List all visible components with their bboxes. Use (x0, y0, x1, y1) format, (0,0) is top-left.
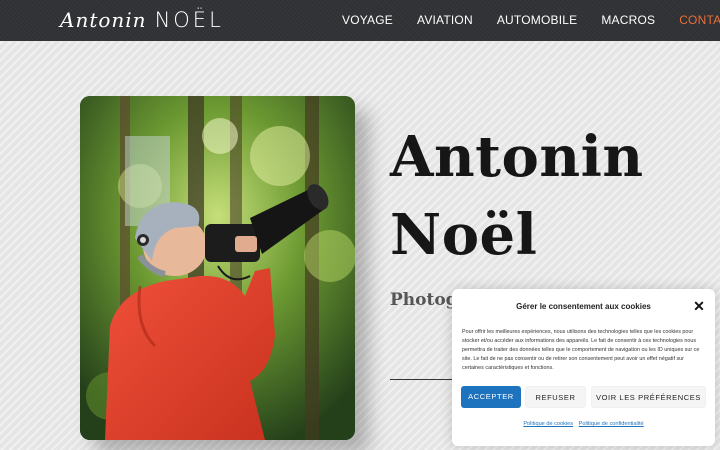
cookie-policy-link[interactable]: Politique de cookies (523, 421, 573, 427)
nav-item-contact[interactable]: CONTACT (667, 0, 720, 41)
site-logo[interactable]: Antonin NOËL (60, 5, 224, 35)
refuse-button[interactable]: REFUSER (525, 386, 586, 408)
main-nav: VOYAGE AVIATION AUTOMOBILE MACROS CONTAC… (330, 0, 720, 41)
view-preferences-button[interactable]: VOIR LES PRÉFÉRENCES (591, 386, 706, 408)
logo-last-name: NOËL (154, 8, 224, 32)
close-icon[interactable]: ✕ (693, 299, 705, 313)
hero-title: Antonin Noël (390, 118, 710, 274)
accept-button[interactable]: ACCEPTER (461, 386, 521, 408)
nav-item-voyage[interactable]: VOYAGE (330, 0, 405, 41)
photographer-image (80, 96, 355, 440)
cookie-dialog-links: Politique de cookies Politique de confid… (452, 421, 715, 427)
hero-title-line1: Antonin (390, 124, 644, 190)
hero-title-line2: Noël (390, 202, 538, 268)
logo-first-name: Antonin (60, 8, 147, 32)
hero-photo (80, 96, 355, 440)
cookie-dialog-body: Pour offrir les meilleures expériences, … (462, 329, 700, 371)
cookie-dialog-title: Gérer le consentement aux cookies (516, 302, 651, 311)
cookie-consent-dialog: Gérer le consentement aux cookies ✕ Pour… (452, 289, 715, 446)
privacy-policy-link[interactable]: Politique de confidentialité (579, 421, 644, 427)
hero-divider (390, 379, 460, 380)
nav-item-automobile[interactable]: AUTOMOBILE (485, 0, 589, 41)
top-navbar: Antonin NOËL VOYAGE AVIATION AUTOMOBILE … (0, 0, 720, 41)
nav-item-macros[interactable]: MACROS (589, 0, 667, 41)
nav-item-aviation[interactable]: AVIATION (405, 0, 485, 41)
